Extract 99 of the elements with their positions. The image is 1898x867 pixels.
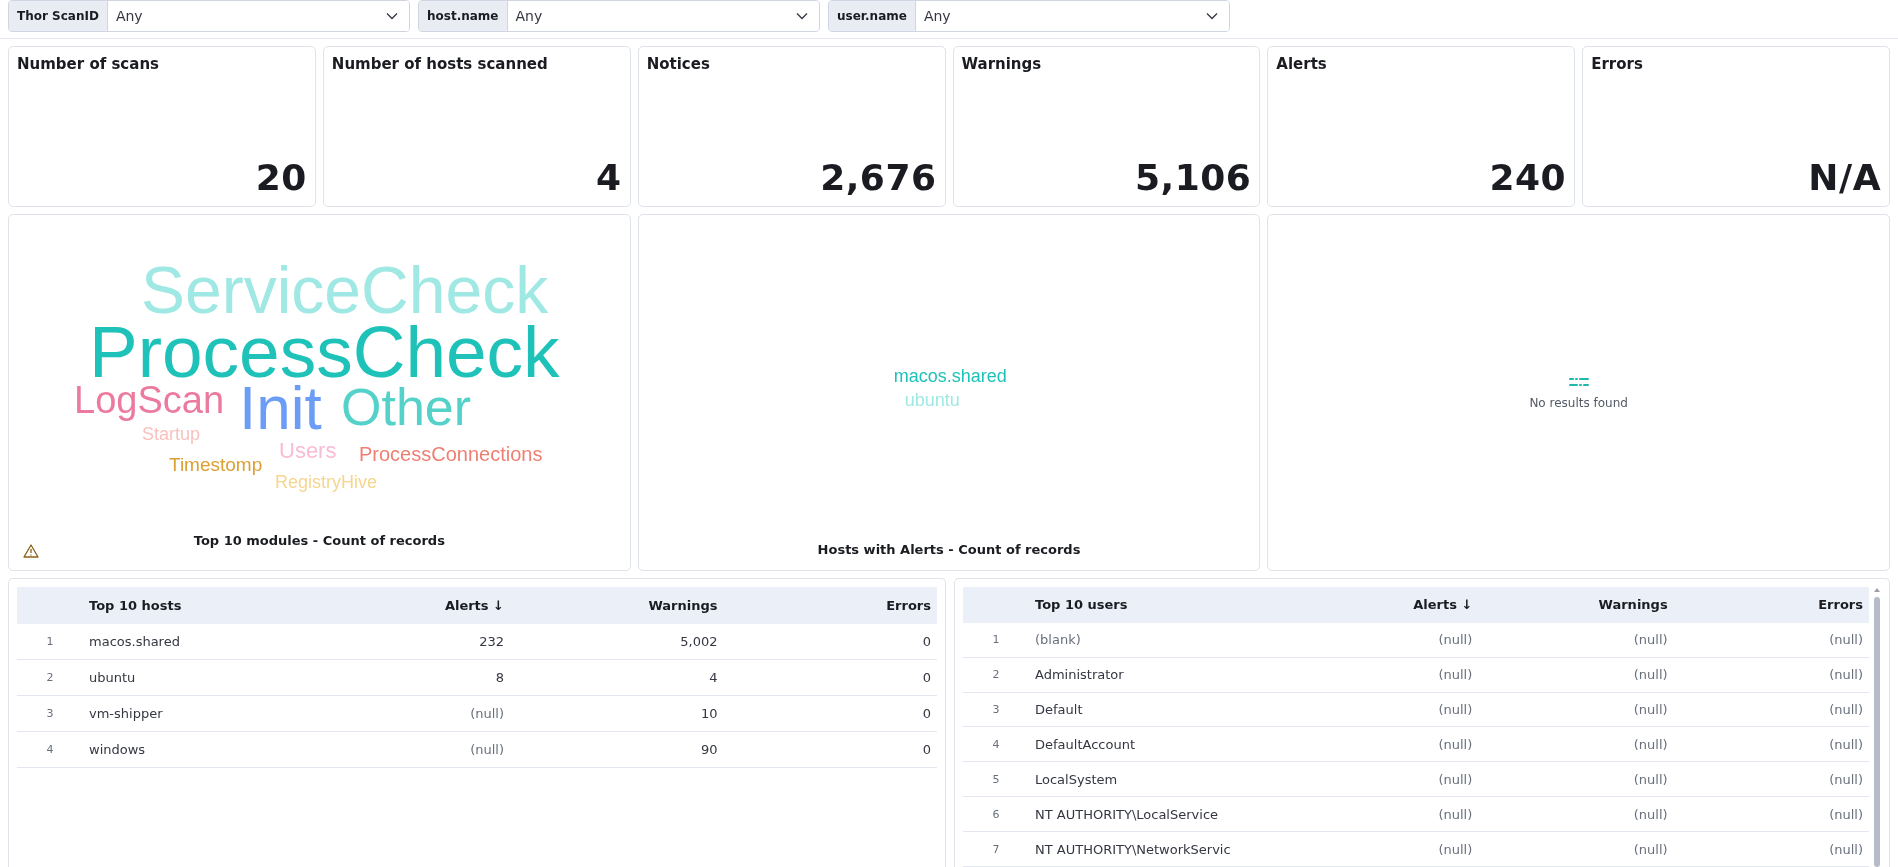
cloud-word: ProcessConnections — [359, 444, 543, 464]
cloud-word: Other — [341, 381, 472, 433]
scroll-up-icon[interactable] — [1873, 587, 1881, 593]
filter-control[interactable]: host.name Any — [418, 0, 820, 32]
table-cell-text: 10 — [699, 706, 719, 721]
table-cell-text: vm-shipper — [88, 706, 164, 721]
filter-label: user.name — [829, 1, 916, 31]
table-cell-text: (null) — [1437, 702, 1474, 718]
row-number: 4 — [991, 737, 1001, 751]
empty-message: No results found — [1529, 395, 1628, 410]
column-header[interactable]: Alerts ↓ — [1282, 597, 1479, 613]
table-cell-text: (null) — [1828, 736, 1864, 752]
row-number: 6 — [991, 807, 1001, 821]
cloud-word: ubuntu — [904, 391, 960, 409]
table-cell-text: (null) — [1437, 806, 1474, 822]
table-cell-text: (null) — [469, 742, 505, 757]
column-header[interactable]: Errors — [1673, 597, 1869, 613]
table-cell-text: (null) — [1632, 667, 1669, 683]
table-cell-text: (null) — [1632, 702, 1669, 718]
metric-value: 2,676 — [820, 157, 938, 200]
column-header[interactable]: Top 10 hosts — [83, 598, 297, 613]
column-header[interactable]: Top 10 users — [1029, 597, 1283, 613]
table-cell-text: (null) — [1828, 702, 1864, 718]
row-number: 5 — [991, 772, 1001, 786]
table-cell-text: Administrator — [1034, 667, 1125, 683]
table-cell-text: macos.shared — [88, 634, 181, 649]
row-number: 7 — [991, 842, 1001, 856]
table-cell-text: DefaultAccount — [1034, 736, 1136, 752]
column-header[interactable]: Warnings — [1478, 597, 1674, 613]
table-cell-text: (null) — [1437, 667, 1474, 683]
cloud-word: Users — [279, 440, 337, 462]
table-cell-text: (null) — [1632, 632, 1669, 648]
metric-value: 20 — [255, 157, 308, 200]
scrollbar[interactable] — [1873, 587, 1881, 867]
table-cell-text: (null) — [1437, 841, 1474, 857]
row-number: 3 — [45, 707, 55, 720]
chart-title: Hosts with Alerts - Count of records — [817, 542, 1081, 557]
table-cell-text: (null) — [1632, 841, 1669, 857]
table-cell-text: LocalSystem — [1034, 771, 1119, 787]
table-cell-text: 0 — [921, 634, 932, 649]
column-header[interactable]: Warnings — [510, 598, 724, 613]
table-cell-text: (null) — [1632, 806, 1669, 822]
table-cell-text: Default — [1034, 702, 1084, 718]
table-cell-text: 232 — [478, 634, 505, 649]
table-cell-text: (null) — [469, 706, 505, 721]
table-cell-text: ubuntu — [88, 670, 137, 685]
metric-value: N/A — [1808, 157, 1882, 200]
table-cell-text: 0 — [921, 706, 932, 721]
metric-title: Number of hosts scanned — [330, 54, 549, 73]
cloud-word: Init — [239, 377, 322, 439]
row-number: 4 — [45, 743, 55, 756]
filter-label: host.name — [419, 1, 508, 31]
column-header[interactable]: Errors — [723, 598, 937, 613]
cloud-word: LogScan — [74, 381, 224, 419]
table-cell-text: (null) — [1828, 667, 1864, 683]
table-cell-text: (null) — [1828, 771, 1864, 787]
table-cell-text: 0 — [921, 670, 932, 685]
table-cell-text: (null) — [1632, 736, 1669, 752]
chart-title: Top 10 modules - Count of records — [193, 533, 445, 548]
cloud-word: Startup — [142, 425, 201, 443]
table-cell-text: (null) — [1828, 841, 1864, 857]
metric-title: Number of scans — [16, 54, 160, 73]
metric-value: 5,106 — [1134, 157, 1253, 200]
row-number: 3 — [991, 703, 1001, 717]
metric-title: Alerts — [1275, 54, 1328, 73]
table-cell-text: (null) — [1828, 806, 1864, 822]
metric-title: Notices — [645, 54, 711, 73]
table-cell-text: NT AUTHORITY\NetworkServic — [1034, 841, 1232, 857]
filter-control[interactable]: user.name Any — [828, 0, 1230, 32]
table-cell-text: (blank) — [1034, 632, 1082, 648]
cloud-word: ServiceCheck — [141, 257, 549, 323]
table-cell-text: (null) — [1632, 771, 1669, 787]
row-number: 2 — [45, 671, 55, 684]
table-cell-text: 0 — [921, 742, 932, 757]
cloud-word: Timestomp — [169, 455, 263, 474]
table-cell-text: 8 — [494, 670, 505, 685]
table-cell-text: 4 — [708, 670, 719, 685]
table-cell-text: 5,002 — [679, 634, 719, 649]
table-cell-text: 90 — [699, 742, 719, 757]
metric-title: Warnings — [960, 54, 1043, 73]
no-results-icon — [1568, 375, 1589, 388]
row-number: 2 — [991, 668, 1001, 682]
column-header[interactable]: Alerts ↓ — [296, 598, 510, 613]
cloud-word: RegistryHive — [275, 473, 378, 491]
row-number: 1 — [991, 633, 1001, 647]
warning-icon[interactable] — [23, 544, 39, 558]
table-cell-text: (null) — [1437, 632, 1474, 648]
cloud-word: macos.shared — [893, 367, 1007, 385]
table-cell-text: (null) — [1437, 771, 1474, 787]
table-cell-text: (null) — [1437, 736, 1474, 752]
metric-value: 4 — [596, 157, 623, 200]
table-cell-text: (null) — [1828, 632, 1864, 648]
metric-title: Errors — [1590, 54, 1644, 73]
table-cell-text: windows — [88, 742, 147, 757]
metric-value: 240 — [1489, 157, 1568, 200]
table-cell-text: NT AUTHORITY\LocalService — [1034, 806, 1220, 822]
filter-control[interactable]: Thor ScanID Any — [8, 0, 410, 32]
row-number: 1 — [45, 635, 55, 648]
filter-label: Thor ScanID — [9, 1, 108, 31]
